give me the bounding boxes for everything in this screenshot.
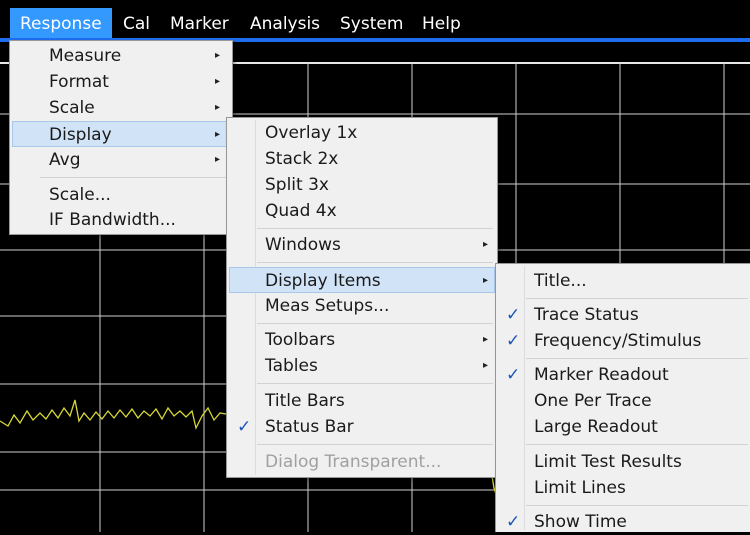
submenu-arrow-icon: ▸	[483, 334, 489, 345]
submenu-arrow-icon: ▸	[483, 239, 489, 250]
menu-item-label: Trace Status	[534, 305, 639, 325]
menu-separator	[257, 444, 493, 445]
submenu-arrow-icon: ▸	[483, 275, 489, 286]
menu-item-label: Frequency/Stimulus	[534, 331, 702, 351]
menu-item-title[interactable]: Title...	[498, 268, 748, 294]
submenu-arrow-icon: ▸	[215, 154, 221, 165]
menu-item-label: Scale...	[49, 185, 111, 205]
submenu-arrow-icon: ▸	[215, 129, 221, 140]
menu-item-label: Display	[49, 125, 112, 145]
submenu-arrow-icon: ▸	[483, 360, 489, 371]
menu-separator	[257, 383, 493, 384]
menu-item-label: Overlay 1x	[265, 123, 358, 143]
checkmark-icon: ✓	[506, 305, 521, 325]
menu-item-tables[interactable]: Tables ▸	[229, 353, 495, 379]
menu-item-show-time[interactable]: ✓ Show Time	[498, 509, 748, 535]
menu-item-overlay[interactable]: Overlay 1x	[229, 120, 495, 146]
menu-item-meas-setups[interactable]: Meas Setups...	[229, 293, 495, 319]
menu-analysis[interactable]: Analysis	[250, 8, 320, 38]
menu-item-label: Split 3x	[265, 175, 329, 195]
menu-item-limit-test-results[interactable]: Limit Test Results	[498, 449, 748, 475]
checkmark-icon: ✓	[506, 331, 521, 351]
menu-item-label: Avg	[49, 150, 81, 170]
menu-separator	[257, 262, 493, 263]
menu-separator	[526, 505, 748, 506]
menu-item-label: Quad 4x	[265, 201, 337, 221]
menu-item-label: Windows	[265, 235, 341, 255]
menu-item-label: Status Bar	[265, 417, 354, 437]
menu-separator	[257, 228, 493, 229]
menu-item-status-bar[interactable]: ✓ Status Bar	[229, 414, 495, 440]
submenu-arrow-icon: ▸	[215, 76, 221, 87]
menu-item-measure[interactable]: Measure ▸	[12, 43, 230, 69]
checkmark-icon: ✓	[506, 512, 521, 532]
menu-item-label: Stack 2x	[265, 149, 339, 169]
menu-item-frequency-stimulus[interactable]: ✓ Frequency/Stimulus	[498, 328, 748, 354]
menu-help[interactable]: Help	[422, 8, 461, 38]
display-submenu: Overlay 1x Stack 2x Split 3x Quad 4x Win…	[226, 117, 498, 478]
menu-item-avg[interactable]: Avg ▸	[12, 147, 230, 173]
menu-item-stack[interactable]: Stack 2x	[229, 146, 495, 172]
menu-item-label: One Per Trace	[534, 391, 652, 411]
menu-item-limit-lines[interactable]: Limit Lines	[498, 475, 748, 501]
menu-item-label: IF Bandwidth...	[49, 210, 176, 230]
menu-item-label: Limit Lines	[534, 478, 626, 498]
menu-item-large-readout[interactable]: Large Readout	[498, 414, 748, 440]
submenu-arrow-icon: ▸	[215, 50, 221, 61]
menu-system[interactable]: System	[340, 8, 403, 38]
menu-item-label: Format	[49, 72, 109, 92]
menu-item-label: Display Items	[265, 271, 381, 291]
submenu-arrow-icon: ▸	[215, 102, 221, 113]
menu-item-format[interactable]: Format ▸	[12, 69, 230, 95]
checkmark-icon: ✓	[506, 365, 521, 385]
menu-item-title-bars[interactable]: Title Bars	[229, 388, 495, 414]
menu-item-label: Meas Setups...	[265, 296, 390, 316]
menu-item-split[interactable]: Split 3x	[229, 172, 495, 198]
menu-item-quad[interactable]: Quad 4x	[229, 198, 495, 224]
display-items-submenu: Title... ✓ Trace Status ✓ Frequency/Stim…	[495, 263, 750, 532]
checkmark-icon: ✓	[237, 417, 252, 437]
menu-item-label: Marker Readout	[534, 365, 669, 385]
menu-item-label: Scale	[49, 98, 95, 118]
menu-item-toolbars[interactable]: Toolbars ▸	[229, 327, 495, 353]
menu-item-one-per-trace[interactable]: One Per Trace	[498, 388, 748, 414]
menu-item-label: Tables	[265, 356, 318, 376]
menu-item-label: Show Time	[534, 512, 627, 532]
menu-cal[interactable]: Cal	[123, 8, 150, 38]
menu-item-label: Measure	[49, 46, 122, 66]
menu-item-scale[interactable]: Scale ▸	[12, 95, 230, 121]
menu-separator	[257, 323, 493, 324]
menu-item-label: Dialog Transparent...	[265, 452, 442, 472]
menu-item-scale-dialog[interactable]: Scale...	[12, 182, 230, 208]
menu-separator	[526, 298, 748, 299]
menu-bar: Response Cal Marker Analysis System Help	[0, 0, 750, 38]
menu-separator	[526, 358, 748, 359]
response-menu: Measure ▸ Format ▸ Scale ▸ Display ▸ Avg…	[9, 40, 233, 235]
menu-item-label: Toolbars	[265, 330, 336, 350]
menu-separator	[40, 177, 228, 178]
menu-response[interactable]: Response	[10, 8, 112, 38]
trace-line	[0, 399, 227, 430]
menu-marker[interactable]: Marker	[170, 8, 229, 38]
menu-item-marker-readout[interactable]: ✓ Marker Readout	[498, 362, 748, 388]
menu-item-windows[interactable]: Windows ▸	[229, 232, 495, 258]
menu-item-dialog-transparent[interactable]: Dialog Transparent...	[229, 449, 495, 475]
menu-item-if-bandwidth[interactable]: IF Bandwidth...	[12, 207, 230, 233]
menu-item-display[interactable]: Display ▸	[12, 121, 230, 147]
menu-separator	[526, 444, 748, 445]
menu-item-label: Limit Test Results	[534, 452, 682, 472]
menu-item-trace-status[interactable]: ✓ Trace Status	[498, 302, 748, 328]
menu-item-label: Large Readout	[534, 417, 658, 437]
menu-item-label: Title...	[534, 271, 587, 291]
menu-item-display-items[interactable]: Display Items ▸	[229, 267, 495, 293]
menu-item-label: Title Bars	[265, 391, 345, 411]
